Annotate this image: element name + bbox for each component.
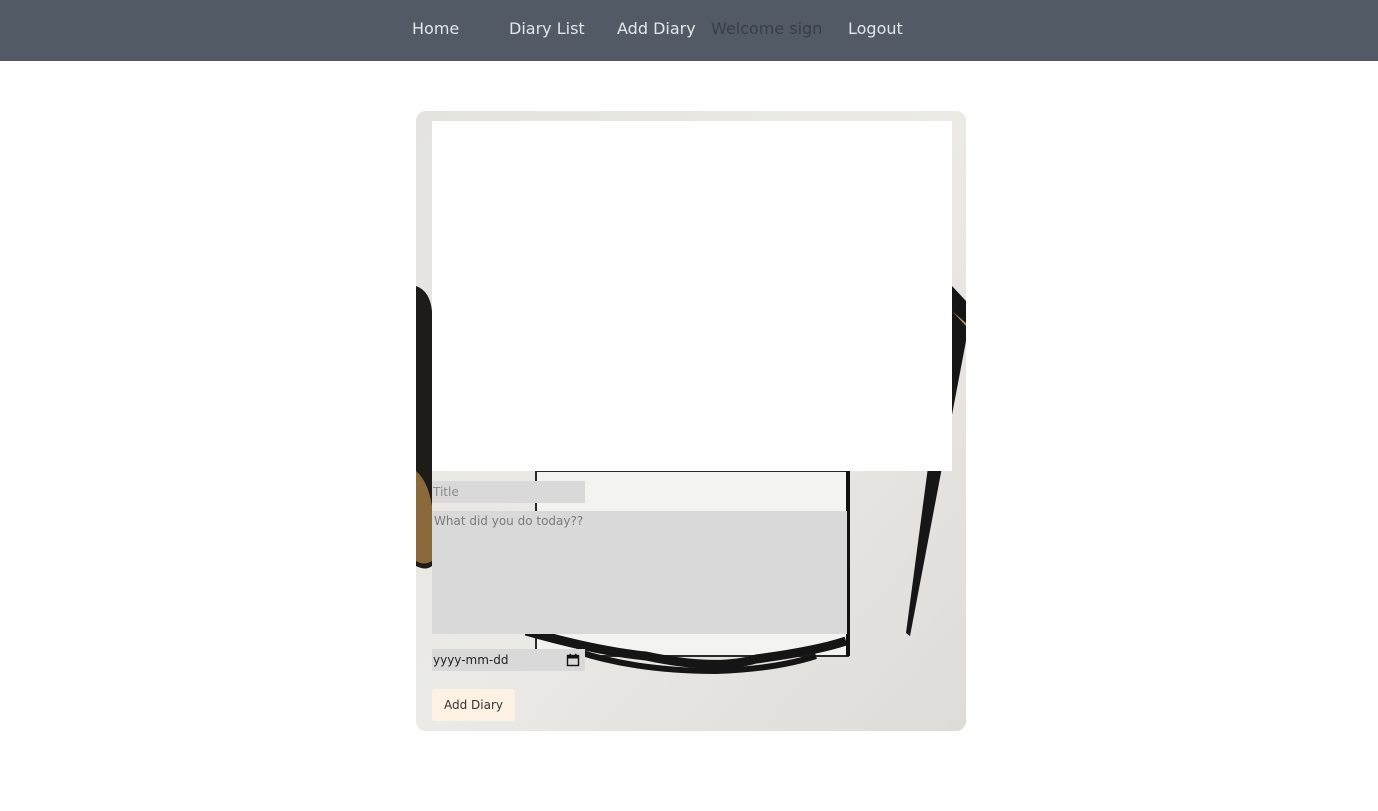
add-diary-card: yyyy-mm-dd Add Diary xyxy=(416,111,966,731)
nav-add-diary-link[interactable]: Add Diary xyxy=(617,18,696,40)
diary-image-canvas[interactable] xyxy=(432,121,952,471)
diary-content-textarea[interactable] xyxy=(432,511,847,634)
calendar-icon[interactable] xyxy=(566,653,580,667)
nav-diary-list-link[interactable]: Diary List xyxy=(509,18,585,40)
add-diary-button[interactable]: Add Diary xyxy=(432,689,515,721)
nav-logout-link[interactable]: Logout xyxy=(848,18,903,40)
nav-home-link[interactable]: Home xyxy=(412,18,459,40)
title-input[interactable] xyxy=(432,481,585,503)
top-navbar: Home Diary List Add Diary Welcome sign L… xyxy=(0,0,1378,61)
date-input[interactable]: yyyy-mm-dd xyxy=(432,649,585,671)
date-placeholder: yyyy-mm-dd xyxy=(433,653,509,667)
welcome-sign: Welcome sign xyxy=(711,19,823,38)
